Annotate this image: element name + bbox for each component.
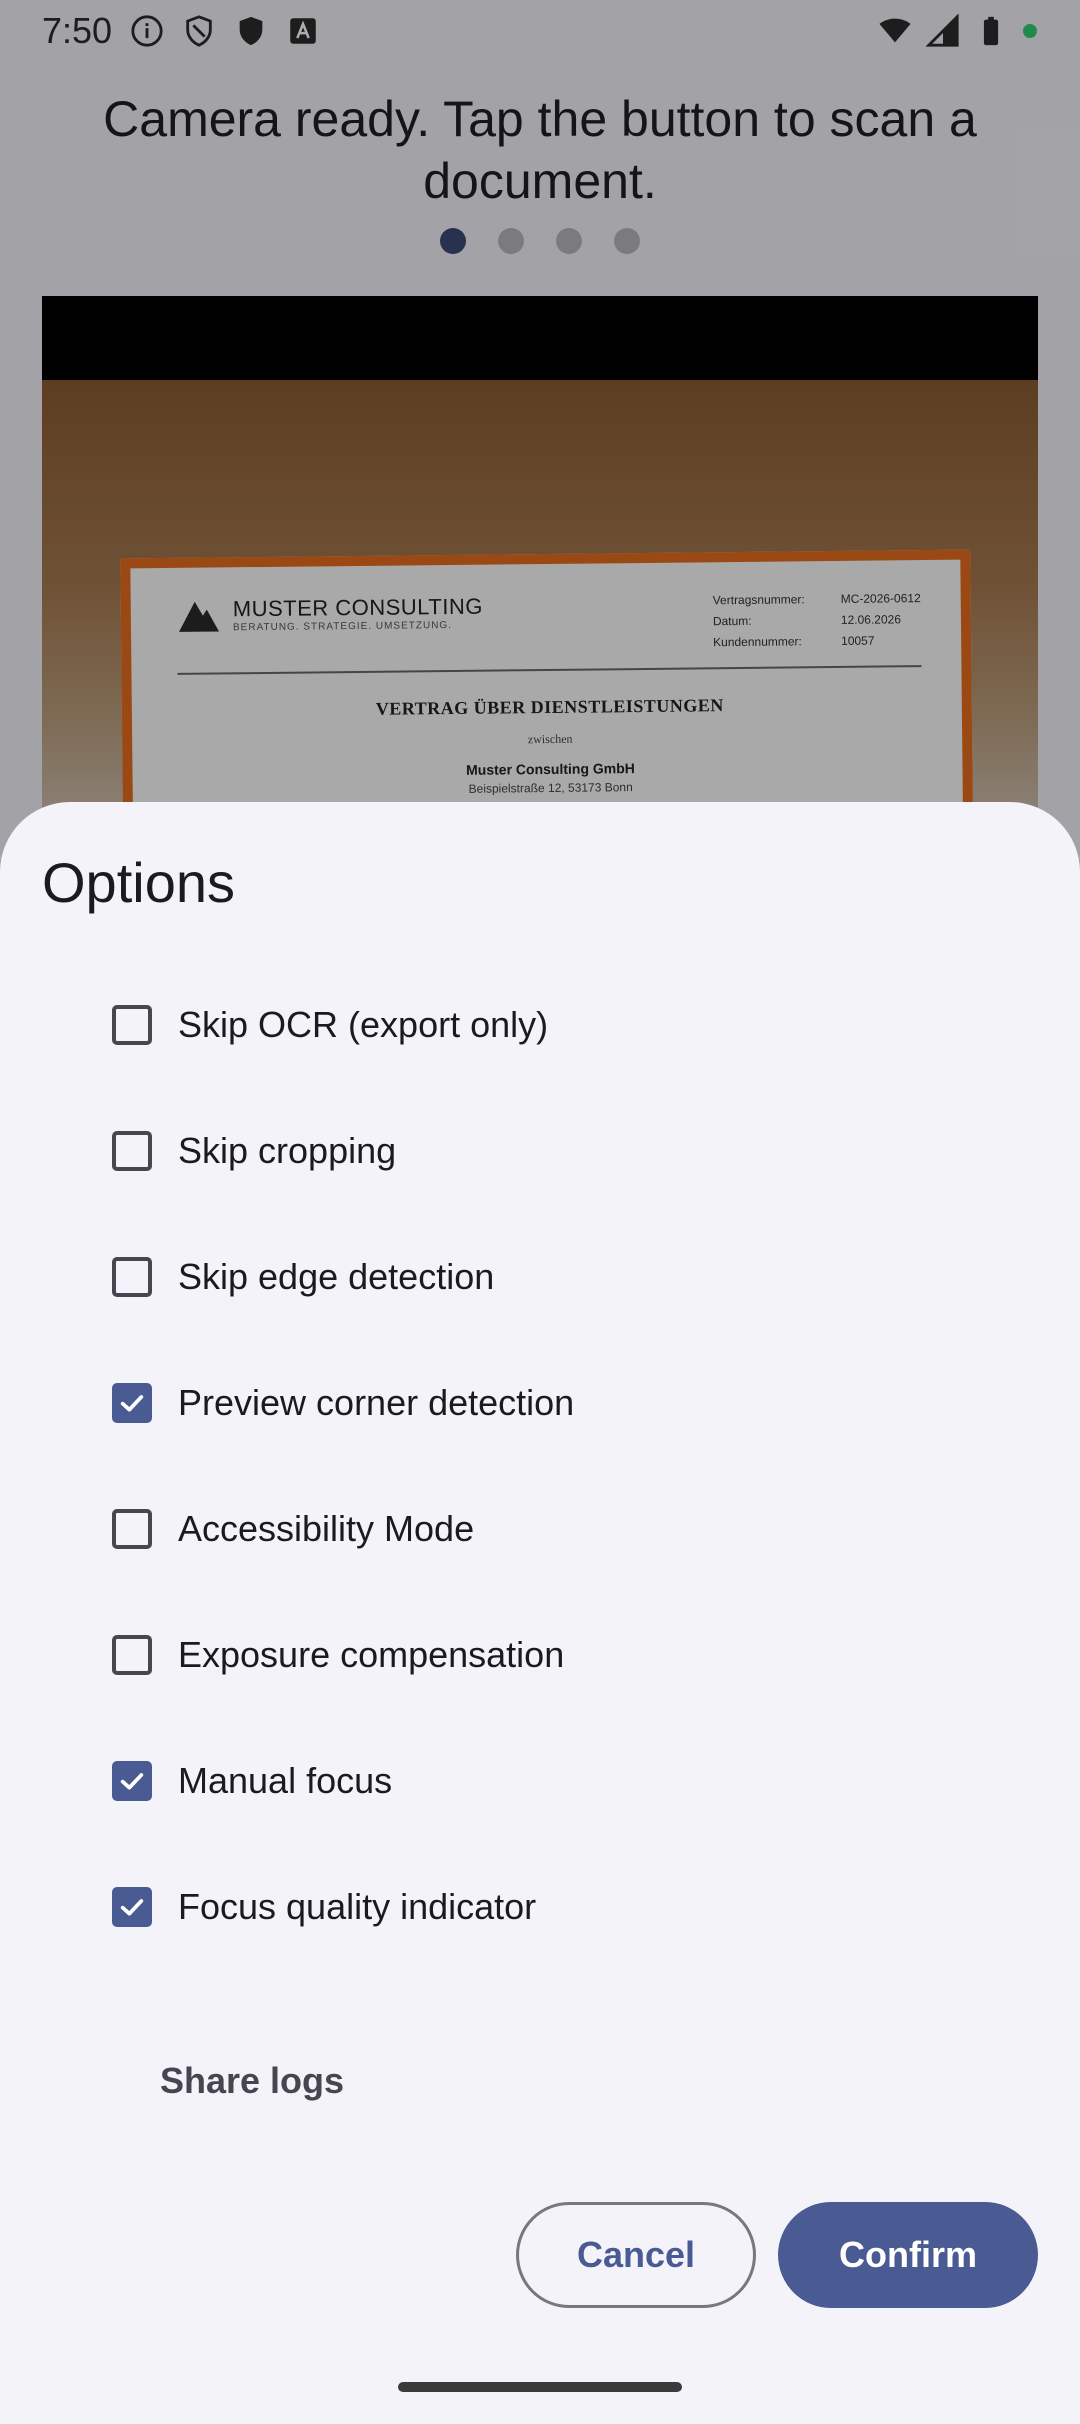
option-label: Skip cropping (178, 1130, 397, 1171)
sheet-title: Options (42, 851, 235, 914)
checkbox[interactable] (112, 1005, 152, 1045)
confirm-button[interactable]: Confirm (778, 2202, 1038, 2308)
options-bottom-sheet: Options Skip OCR (export only) Skip crop… (0, 802, 1080, 2424)
checkbox-checked[interactable] (112, 1761, 152, 1801)
checkbox-checked[interactable] (112, 1887, 152, 1927)
checkbox[interactable] (112, 1509, 152, 1549)
home-indicator[interactable] (398, 2382, 682, 2392)
option-skip-ocr[interactable]: Skip OCR (export only) (0, 962, 1080, 1088)
option-exposure-compensation[interactable]: Exposure compensation (0, 1592, 1080, 1718)
checkbox[interactable] (112, 1635, 152, 1675)
checkmark-icon (120, 1395, 144, 1412)
option-label: Skip OCR (export only) (178, 1004, 549, 1045)
option-manual-focus[interactable]: Manual focus (0, 1718, 1080, 1844)
checkmark-icon (120, 1773, 144, 1790)
option-label: Manual focus (178, 1760, 393, 1801)
cancel-button[interactable]: Cancel (516, 2202, 756, 2308)
option-label: Skip edge detection (178, 1256, 495, 1297)
screen: 7:50 Camera ready. Tap the button to sca… (0, 0, 1080, 2424)
option-focus-quality-indicator[interactable]: Focus quality indicator (0, 1844, 1080, 1970)
option-label: Focus quality indicator (178, 1886, 537, 1927)
options-list: Skip OCR (export only) Skip cropping Ski… (0, 962, 1080, 1970)
option-label: Accessibility Mode (178, 1508, 475, 1549)
checkmark-icon (120, 1899, 144, 1916)
option-preview-corner-detection[interactable]: Preview corner detection (0, 1340, 1080, 1466)
share-logs-button[interactable]: Share logs (160, 2050, 344, 2112)
checkbox[interactable] (112, 1131, 152, 1171)
option-skip-edge-detection[interactable]: Skip edge detection (0, 1214, 1080, 1340)
option-skip-cropping[interactable]: Skip cropping (0, 1088, 1080, 1214)
option-accessibility-mode[interactable]: Accessibility Mode (0, 1466, 1080, 1592)
option-label: Exposure compensation (178, 1634, 565, 1675)
checkbox[interactable] (112, 1257, 152, 1297)
option-label: Preview corner detection (178, 1382, 575, 1423)
checkbox-checked[interactable] (112, 1383, 152, 1423)
